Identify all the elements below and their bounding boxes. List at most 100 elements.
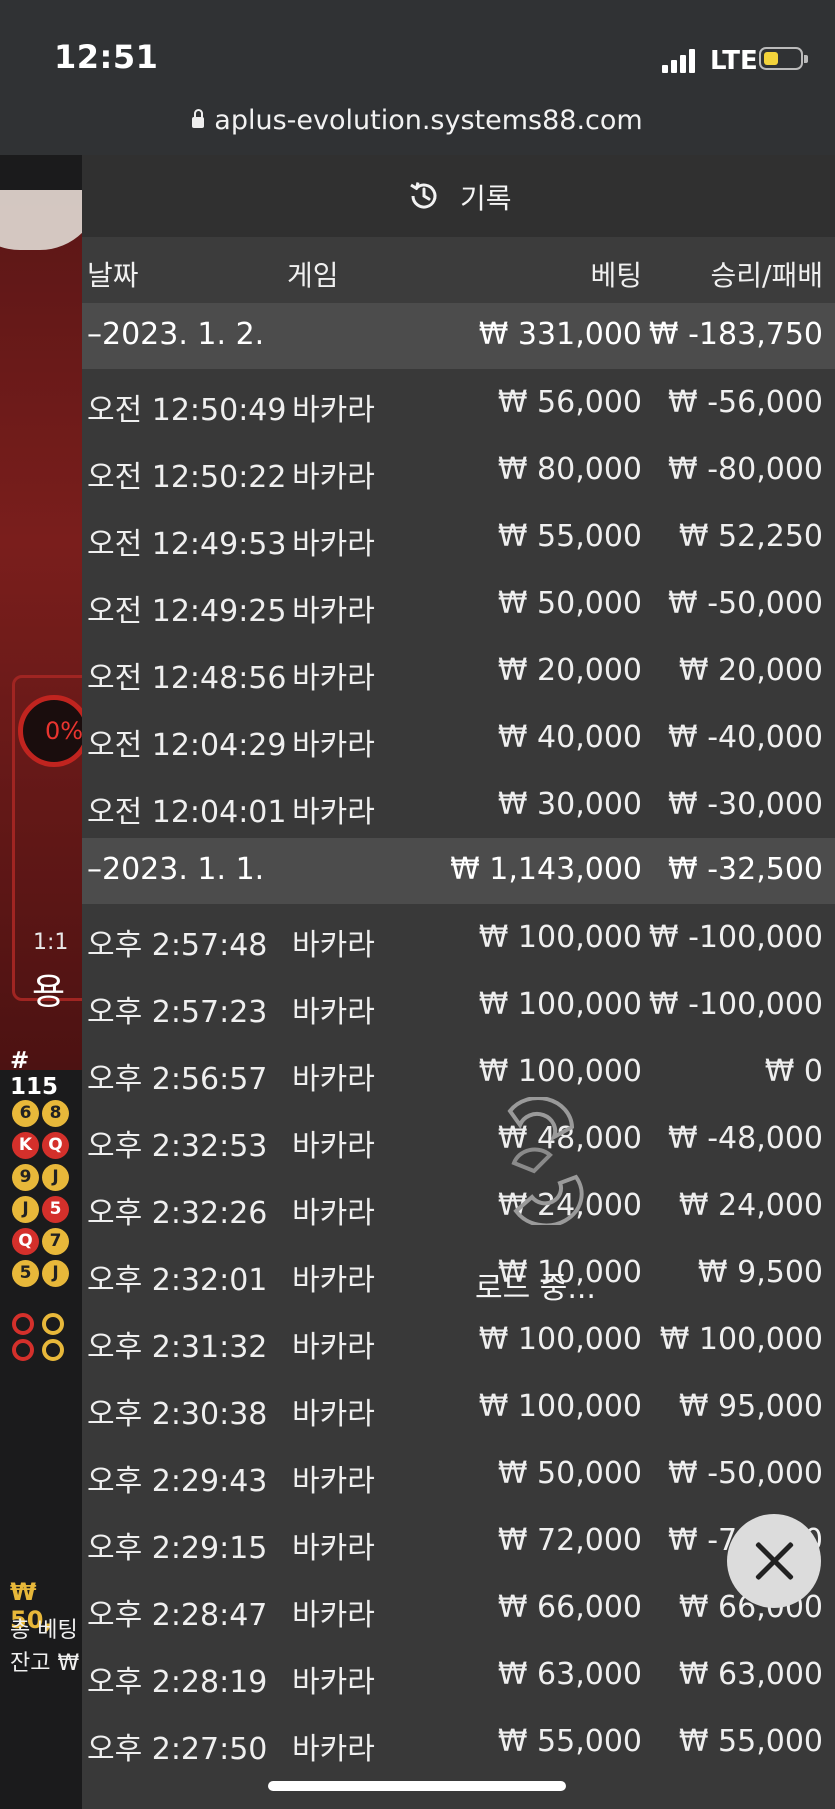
header-date: 날짜 [87,259,139,292]
road-marker [42,1313,64,1335]
row-game: 바카라 [292,1665,375,1700]
header-result: 승리/패배 [710,259,823,292]
row-bet: ₩ 56,000 [497,385,642,420]
bet-percent-badge: 0% [18,695,82,767]
row-bet: ₩ 100,000 [478,1322,642,1357]
home-indicator[interactable] [268,1781,566,1791]
card-chip: J [12,1196,39,1223]
url-text: aplus-evolution.systems88.com [214,105,643,136]
row-result: ₩ -48,000 [668,1121,823,1156]
card-chip: 9 [12,1164,39,1191]
road-marker [12,1313,34,1335]
row-time: 오후 2:32:53 [87,1129,268,1164]
card-chip: Q [12,1228,39,1255]
total-bet-label: 총 베팅 [10,1618,78,1643]
history-row[interactable]: 오후 2:28:19 바카라 ₩ 63,000 ₩ 63,000 [82,1641,835,1708]
history-row[interactable]: 오후 2:31:32 바카라 ₩ 100,000 ₩ 100,000 [82,1306,835,1373]
history-row[interactable]: 오전 12:04:29 바카라 ₩ 40,000 ₩ -40,000 [82,704,835,771]
group-result-total: ₩ -183,750 [648,317,823,352]
history-row[interactable]: 오후 2:29:15바카라₩ 72,000₩ -72,000 [82,1507,835,1574]
loading-text: 로드 중... [475,1271,596,1306]
row-time: 오후 2:30:38 [87,1397,268,1432]
history-row[interactable]: 오후 2:32:26 바카라 ₩ 24,000 ₩ 24,000 [82,1172,835,1239]
history-row[interactable]: 오후 2:57:23 바카라 ₩ 100,000 ₩ -100,000 [82,971,835,1038]
row-time: 오후 2:32:26 [87,1196,268,1231]
row-bet: ₩ 30,000 [497,787,642,822]
row-result: ₩ -80,000 [668,452,823,487]
battery-icon [759,47,808,70]
row-bet: ₩ 55,000 [497,1724,642,1759]
row-game: 바카라 [292,1598,375,1633]
row-time: 오전 12:49:25 [87,594,287,629]
row-time: 오후 2:57:23 [87,995,268,1030]
shoe-number: # 115 [10,1048,59,1100]
row-result: ₩ -56,000 [668,385,823,420]
address-bar[interactable]: aplus-evolution.systems88.com [0,105,835,136]
row-bet: ₩ 50,000 [497,1456,642,1491]
history-row[interactable]: 오후 2:56:57 바카라 ₩ 100,000 ₩ 0 [82,1038,835,1105]
row-result: ₩ 95,000 [678,1389,823,1424]
row-bet: ₩ 80,000 [497,452,642,487]
row-time: 오전 12:49:53 [87,527,287,562]
history-row[interactable]: 오전 12:50:22 바카라 ₩ 80,000 ₩ -80,000 [82,436,835,503]
history-row[interactable]: 오후 2:32:01 바카라 ₩ 10,000 ₩ 9,500 [82,1239,835,1306]
row-result: ₩ 55,000 [678,1724,823,1759]
history-row[interactable]: 오후 2:57:48 바카라 ₩ 100,000 ₩ -100,000 [82,904,835,971]
card-chip: 7 [42,1228,69,1255]
history-header: 기록 [82,155,835,237]
row-time: 오후 2:31:32 [87,1330,268,1365]
date-group-header[interactable]: –2023. 1. 2. ₩ 331,000 ₩ -183,750 [82,303,835,369]
header-game: 게임 [287,259,339,292]
row-result: ₩ -100,000 [648,987,823,1022]
row-game: 바카라 [292,1330,375,1365]
row-result: ₩ -50,000 [668,1456,823,1491]
history-row[interactable]: 오후 2:27:50 바카라 ₩ 55,000 ₩ 55,000 [82,1708,835,1775]
group-date: –2023. 1. 1. [87,852,265,887]
row-game: 바카라 [292,527,375,562]
row-result: ₩ 52,250 [678,519,823,554]
row-result: ₩ 100,000 [659,1322,823,1357]
row-game: 바카라 [292,460,375,495]
row-game: 바카라 [292,594,375,629]
row-bet: ₩ 100,000 [478,1389,642,1424]
row-game: 바카라 [292,1129,375,1164]
row-result: ₩ -50,000 [668,586,823,621]
card-chip: 6 [12,1100,39,1127]
row-time: 오후 2:29:15 [87,1531,268,1566]
group-bet-total: ₩ 1,143,000 [450,852,642,887]
row-time: 오전 12:48:56 [87,661,287,696]
card-chip: 5 [42,1196,69,1223]
history-row[interactable]: 오후 2:28:47 바카라 ₩ 66,000 ₩ 66,000 [82,1574,835,1641]
history-row[interactable]: 오전 12:04:01 바카라 ₩ 30,000 ₩ -30,000 [82,771,835,838]
card-chip: J [42,1260,69,1287]
history-row[interactable]: 오전 12:50:49 바카라 ₩ 56,000 ₩ -56,000 [82,369,835,436]
row-game: 바카라 [292,1732,375,1767]
card-chip: K [12,1132,39,1159]
history-row[interactable]: 오전 12:48:56 바카라 ₩ 20,000 ₩ 20,000 [82,637,835,704]
row-bet: ₩ 72,000 [497,1523,642,1558]
card-chip: 5 [12,1260,39,1287]
date-group-header[interactable]: –2023. 1. 1. ₩ 1,143,000 ₩ -32,500 [82,838,835,904]
column-headers: 날짜 게임 베팅 승리/패배 [82,237,835,303]
card-chip: Q [42,1132,69,1159]
history-row[interactable]: 오전 12:49:25 바카라 ₩ 50,000 ₩ -50,000 [82,570,835,637]
row-game: 바카라 [292,1531,375,1566]
history-row[interactable]: 오전 12:49:53 바카라 ₩ 55,000 ₩ 52,250 [82,503,835,570]
card-chip: J [42,1164,69,1191]
history-row[interactable]: 오후 2:32:53 바카라 ₩ 48,000 ₩ -48,000 [82,1105,835,1172]
close-button[interactable] [727,1514,821,1608]
signal-icon [662,49,700,73]
history-row[interactable]: 오후 2:30:38 바카라 ₩ 100,000 ₩ 95,000 [82,1373,835,1440]
group-result-total: ₩ -32,500 [668,852,823,887]
row-time: 오전 12:04:29 [87,728,287,763]
history-list[interactable]: –2023. 1. 2. ₩ 331,000 ₩ -183,750 오전 12:50:… [82,303,835,1775]
history-row[interactable]: 오후 2:29:43 바카라 ₩ 50,000 ₩ -50,000 [82,1440,835,1507]
row-bet: ₩ 20,000 [497,653,642,688]
row-game: 바카라 [292,995,375,1030]
history-title: 기록 [460,182,512,215]
row-time: 오후 2:32:01 [87,1263,268,1298]
dragon-label[interactable]: 용 [32,963,65,1015]
loading-spinner-icon [507,1097,584,1225]
group-bet-total: ₩ 331,000 [478,317,642,352]
row-bet: ₩ 100,000 [478,987,642,1022]
